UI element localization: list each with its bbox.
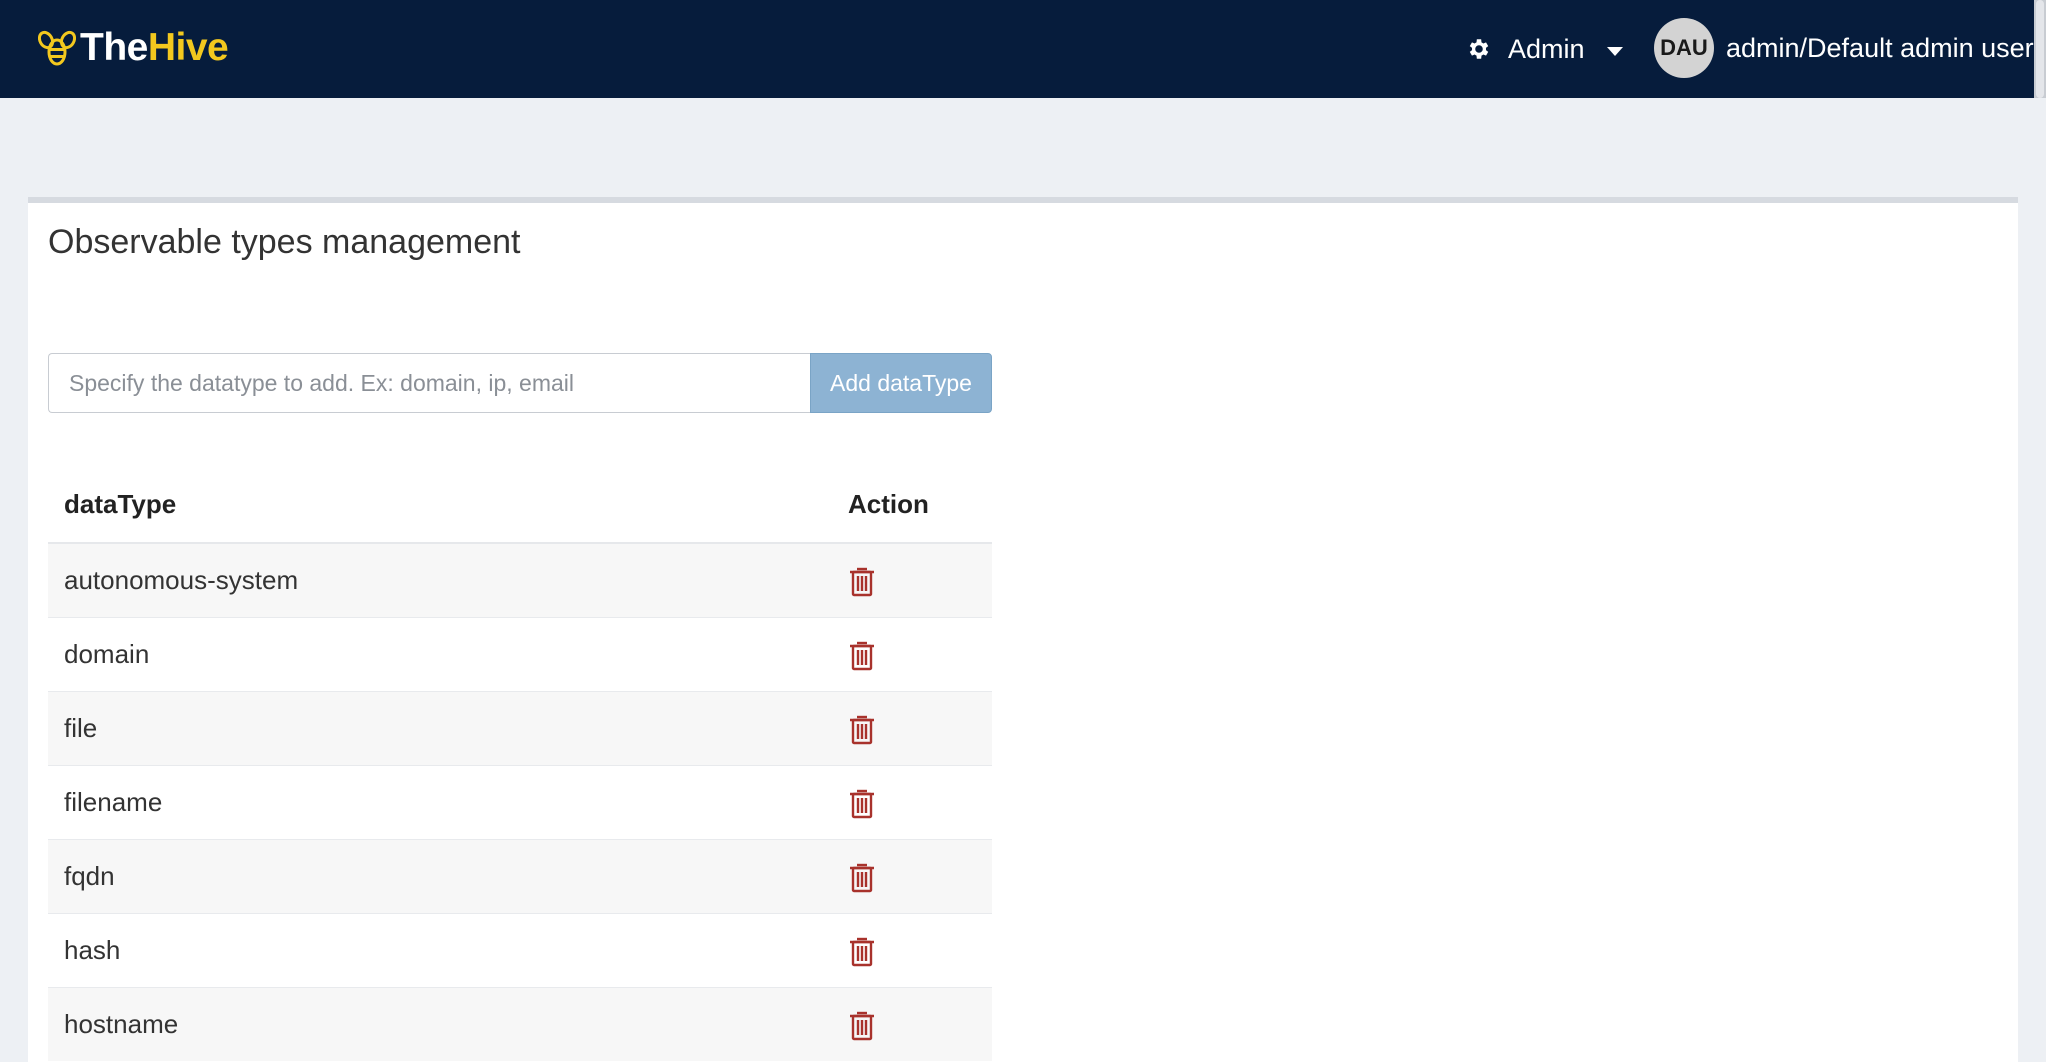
column-header-action: Action: [832, 467, 992, 544]
trash-icon[interactable]: [848, 935, 876, 967]
action-cell: [832, 542, 992, 617]
datatype-cell: fqdn: [48, 838, 832, 913]
add-datatype-button[interactable]: Add dataType: [810, 353, 992, 413]
avatar: DAU: [1654, 18, 1714, 78]
action-cell: [832, 616, 992, 691]
user-menu[interactable]: DAU admin/Default admin user: [1654, 18, 2034, 78]
trash-icon[interactable]: [848, 565, 876, 597]
table-row: autonomous-system: [48, 542, 992, 617]
action-cell: [832, 912, 992, 987]
table-row: hash: [48, 912, 992, 987]
top-navbar: TheHive Admin DAU admin/Default admin us…: [0, 0, 2046, 98]
column-header-datatype: dataType: [48, 467, 832, 544]
action-cell: [832, 838, 992, 913]
trash-icon[interactable]: [848, 713, 876, 745]
datatype-cell: filename: [48, 764, 832, 839]
trash-icon[interactable]: [848, 1009, 876, 1041]
datatype-cell: hostname: [48, 986, 832, 1061]
datatype-input[interactable]: [48, 353, 810, 413]
scrollbar[interactable]: [2034, 0, 2046, 98]
action-cell: [832, 764, 992, 839]
thehive-logo[interactable]: TheHive: [38, 22, 229, 74]
observable-types-panel: Observable types management Add dataType…: [28, 197, 2018, 1062]
admin-menu-dropdown[interactable]: Admin: [1466, 28, 1623, 70]
trash-icon[interactable]: [848, 787, 876, 819]
logo-text-the: The: [80, 26, 148, 69]
datatype-cell: autonomous-system: [48, 542, 832, 617]
caret-down-icon: [1606, 46, 1623, 56]
action-cell: [832, 690, 992, 765]
bee-logo-icon: [38, 30, 76, 66]
admin-menu-label: Admin: [1508, 33, 1585, 64]
action-cell: [832, 986, 992, 1061]
page-title: Observable types management: [48, 223, 521, 261]
trash-icon[interactable]: [848, 861, 876, 893]
logo-text-hive: Hive: [147, 26, 229, 69]
table-row: domain: [48, 616, 992, 691]
add-datatype-form: Add dataType: [48, 353, 992, 413]
datatype-cell: domain: [48, 616, 832, 691]
table-header-row: dataType Action: [48, 467, 992, 544]
datatype-cell: hash: [48, 912, 832, 987]
table-row: file: [48, 690, 992, 765]
scrollbar-thumb[interactable]: [2036, 0, 2044, 98]
table-row: fqdn: [48, 838, 992, 913]
trash-icon[interactable]: [848, 639, 876, 671]
table-row: hostname: [48, 986, 992, 1061]
datatype-table: dataType Action autonomous-system domain…: [48, 467, 992, 1061]
table-row: filename: [48, 764, 992, 839]
user-name: admin/Default admin user: [1726, 32, 2034, 63]
gear-icon: [1469, 39, 1489, 59]
datatype-cell: file: [48, 690, 832, 765]
